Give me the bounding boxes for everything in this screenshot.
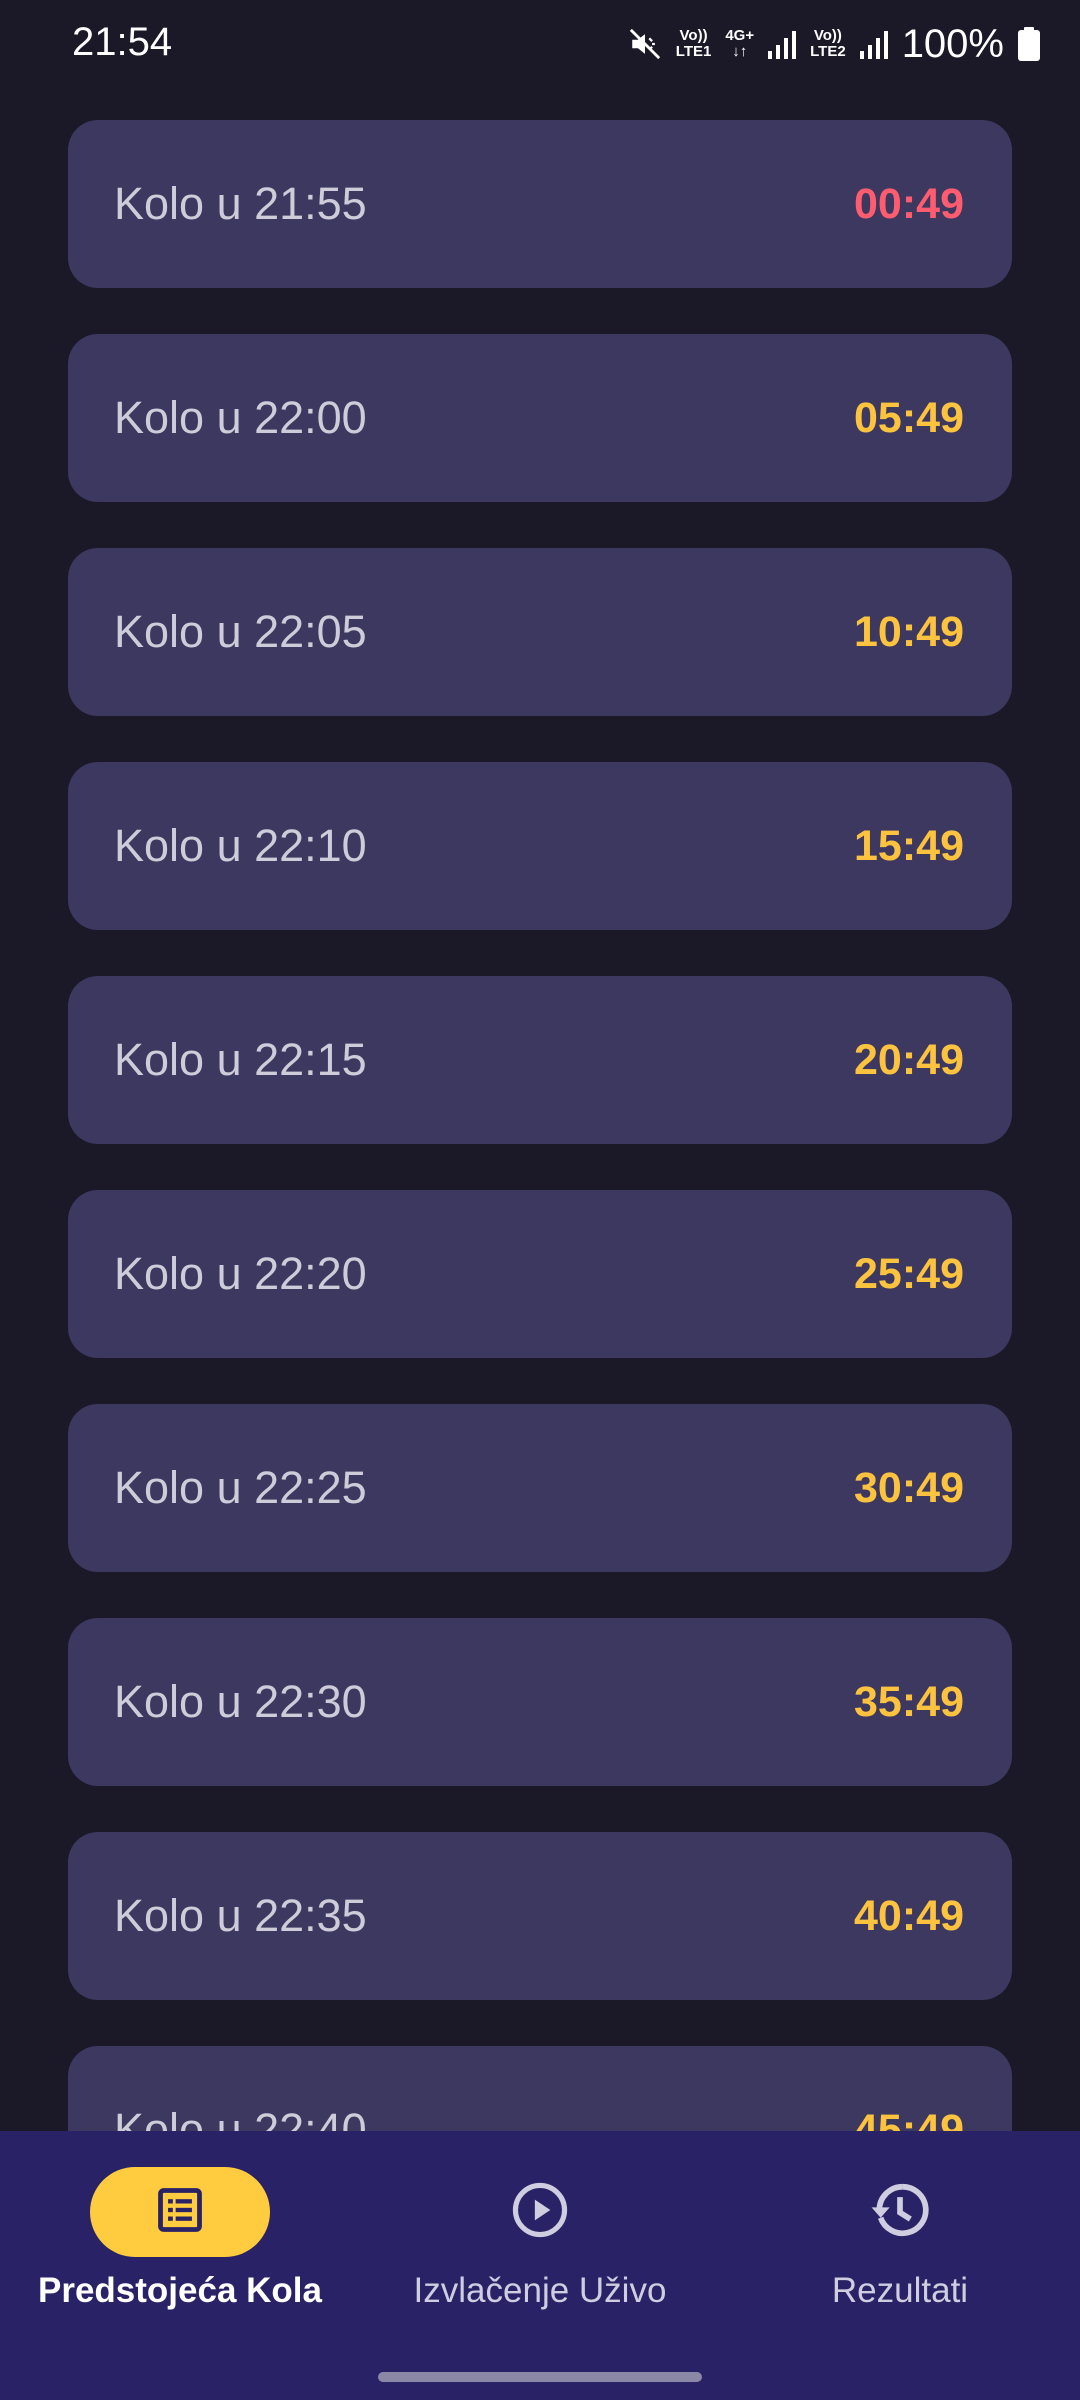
- sim2-volte-label: Vo)) LTE2: [810, 27, 846, 60]
- history-icon: [869, 2179, 931, 2246]
- round-countdown: 20:49: [854, 1036, 964, 1084]
- signal-icon: [859, 29, 888, 59]
- home-indicator[interactable]: [378, 2372, 702, 2382]
- upcoming-rounds-list[interactable]: Kolo u 21:55 00:49 Kolo u 22:00 05:49 Kolo u…: [0, 0, 1080, 2131]
- list-icon: [154, 2184, 206, 2241]
- round-card[interactable]: Kolo u 22:05 10:49: [68, 548, 1012, 716]
- signal-icon: [768, 29, 797, 59]
- nav-item-live-draw[interactable]: Izvlačenje Uživo: [360, 2131, 720, 2331]
- nav-label-live-draw: Izvlačenje Uživo: [413, 2271, 667, 2310]
- round-label: Kolo u 21:55: [114, 178, 367, 229]
- round-card[interactable]: Kolo u 22:00 05:49: [68, 334, 1012, 502]
- round-card[interactable]: Kolo u 22:30 35:49: [68, 1618, 1012, 1786]
- round-countdown: 25:49: [854, 1250, 964, 1298]
- round-countdown: 15:49: [854, 822, 964, 870]
- status-bar: 21:54 Vo)) LTE1 4G+ ↓↑ Vo)) LTE2 100%: [0, 0, 1080, 90]
- round-countdown: 10:49: [854, 608, 964, 656]
- round-label: Kolo u 22:00: [114, 392, 367, 443]
- nav-active-indicator: [90, 2167, 270, 2257]
- round-card[interactable]: Kolo u 22:40 45:49: [68, 2046, 1012, 2131]
- bottom-navigation: Predstojeća Kola Izvlačenje Uživo Rezult…: [0, 2131, 1080, 2400]
- round-countdown: 45:49: [854, 2106, 964, 2131]
- nav-label-upcoming-rounds: Predstojeća Kola: [38, 2271, 322, 2310]
- round-countdown: 30:49: [854, 1464, 964, 1512]
- mute-icon: [628, 27, 662, 61]
- round-label: Kolo u 22:25: [114, 1462, 367, 1513]
- round-card[interactable]: Kolo u 22:20 25:49: [68, 1190, 1012, 1358]
- battery-percentage: 100%: [901, 21, 1004, 66]
- status-time: 21:54: [72, 20, 173, 64]
- round-label: Kolo u 22:10: [114, 820, 367, 871]
- nav-item-results[interactable]: Rezultati: [720, 2131, 1080, 2331]
- nav-label-results: Rezultati: [831, 2271, 969, 2310]
- round-label: Kolo u 22:05: [114, 606, 367, 657]
- round-card[interactable]: Kolo u 22:10 15:49: [68, 762, 1012, 930]
- round-label: Kolo u 22:15: [114, 1034, 367, 1085]
- status-icons: Vo)) LTE1 4G+ ↓↑ Vo)) LTE2 100%: [628, 18, 1040, 70]
- nav-icon-container: [450, 2167, 630, 2257]
- battery-icon: [1018, 27, 1040, 61]
- round-label: Kolo u 22:35: [114, 1890, 367, 1941]
- round-card[interactable]: Kolo u 21:55 00:49: [68, 120, 1012, 288]
- sim1-volte-label: Vo)) LTE1: [675, 27, 712, 60]
- round-card[interactable]: Kolo u 22:15 20:49: [68, 976, 1012, 1144]
- round-countdown: 40:49: [854, 1892, 964, 1940]
- round-countdown: 05:49: [854, 394, 964, 442]
- nav-item-upcoming-rounds[interactable]: Predstojeća Kola: [0, 2131, 360, 2331]
- network-type-label: 4G+ ↓↑: [725, 27, 755, 60]
- round-label: Kolo u 22:20: [114, 1248, 367, 1299]
- play-circle-icon: [509, 2179, 571, 2246]
- round-card[interactable]: Kolo u 22:35 40:49: [68, 1832, 1012, 2000]
- round-label: Kolo u 22:40: [114, 2104, 367, 2131]
- round-countdown: 00:49: [854, 180, 964, 228]
- round-countdown: 35:49: [854, 1678, 964, 1726]
- round-label: Kolo u 22:30: [114, 1676, 367, 1727]
- nav-icon-container: [810, 2167, 990, 2257]
- round-card[interactable]: Kolo u 22:25 30:49: [68, 1404, 1012, 1572]
